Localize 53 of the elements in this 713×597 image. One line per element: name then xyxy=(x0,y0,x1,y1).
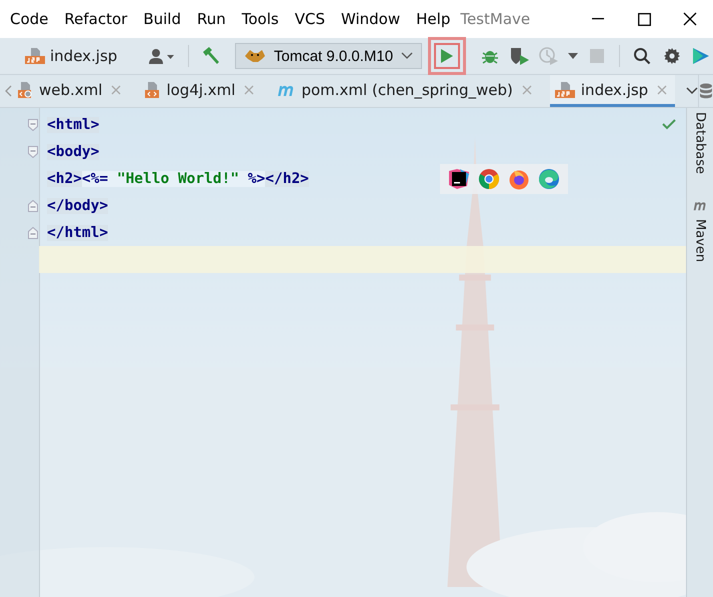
menu-item[interactable]: Tools xyxy=(236,10,285,28)
clock-play-icon xyxy=(538,46,560,66)
close-icon[interactable] xyxy=(683,12,697,26)
scroll-left-icon[interactable] xyxy=(4,85,12,97)
fold-marker-icon[interactable] xyxy=(28,118,38,130)
settings-icon xyxy=(662,47,681,65)
search-icon xyxy=(632,47,651,65)
tab-label: web.xml xyxy=(39,80,102,98)
minimize-icon[interactable] xyxy=(592,18,604,20)
stop-icon xyxy=(590,49,604,63)
menu-item[interactable]: Help xyxy=(410,10,456,28)
menu-item[interactable]: Build xyxy=(137,10,187,28)
menu-item[interactable]: Code xyxy=(4,10,54,28)
cat-icon xyxy=(244,48,266,64)
toolbox-icon xyxy=(691,46,712,66)
jsp-file-icon xyxy=(554,80,576,98)
xml-file-icon xyxy=(16,80,34,98)
tool-window-tab[interactable]: Database xyxy=(692,112,708,174)
editor-tab[interactable]: log4j.xml xyxy=(139,75,262,107)
menu-item[interactable]: Window xyxy=(334,10,406,28)
maven-icon xyxy=(692,200,708,212)
edge-icon[interactable] xyxy=(538,168,560,190)
firefox-icon[interactable] xyxy=(508,168,530,190)
play-icon xyxy=(440,48,454,64)
maximize-icon[interactable] xyxy=(638,12,650,26)
database-icon[interactable] xyxy=(699,83,713,99)
tab-label: log4j.xml xyxy=(166,80,236,98)
user-icon xyxy=(147,47,177,65)
menu-item[interactable]: Refactor xyxy=(58,10,134,28)
check-icon xyxy=(662,119,676,130)
menu-item[interactable]: VCS xyxy=(288,10,331,28)
chrome-icon[interactable] xyxy=(478,168,500,190)
xml-file-icon xyxy=(143,80,162,98)
run-button[interactable] xyxy=(434,43,460,69)
tool-window-tab[interactable]: Maven xyxy=(692,219,708,262)
chevron-down-icon[interactable] xyxy=(686,87,698,95)
editor-tab[interactable]: web.xml xyxy=(12,75,130,107)
editor-tab[interactable]: index.jsp xyxy=(550,75,676,107)
shield-play-icon xyxy=(508,46,530,66)
jsp-file-icon xyxy=(24,47,46,65)
editor-tab[interactable]: pom.xml (chen_spring_web) xyxy=(272,75,540,107)
breadcrumb-item[interactable]: index.jsp xyxy=(50,47,118,65)
menu-item[interactable]: Run xyxy=(191,10,232,28)
fold-marker-icon[interactable] xyxy=(28,146,38,158)
hammer-icon xyxy=(201,46,222,66)
code-line: <h2><%= "Hello World!" %></h2> xyxy=(46,170,310,188)
tab-label: index.jsp xyxy=(580,80,648,98)
chevron-down-icon xyxy=(401,52,414,60)
intellij-icon[interactable] xyxy=(448,168,470,190)
tab-label: pom.xml (chen_spring_web) xyxy=(301,80,513,98)
caret-icon xyxy=(568,53,578,59)
window-title: TestMave xyxy=(460,10,532,28)
run-config-dropdown[interactable]: Tomcat 9.0.0.M10 xyxy=(234,43,422,69)
